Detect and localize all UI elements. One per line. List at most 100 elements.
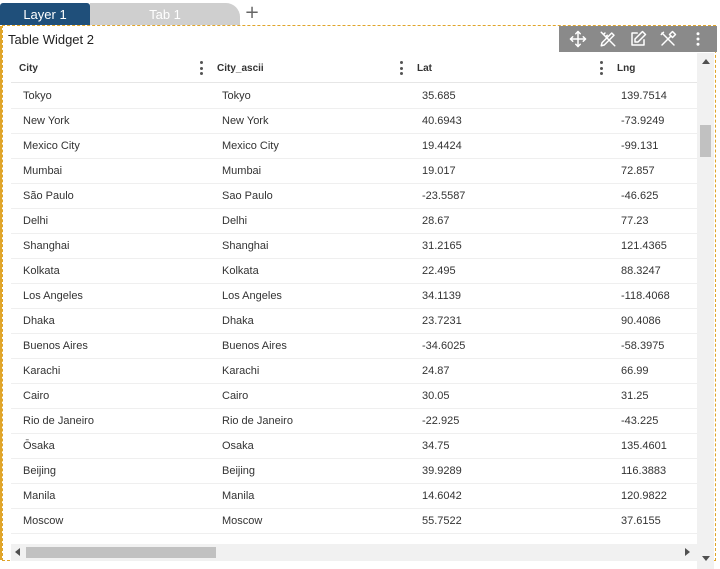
cell-lng: -58.3975	[621, 340, 665, 352]
table-row[interactable]: Beijing Beijing 39.9289 116.3883	[11, 459, 697, 484]
table-row[interactable]: Moscow Moscow 55.7522 37.6155	[11, 509, 697, 534]
cell-city-ascii: Beijing	[222, 465, 256, 477]
scroll-right-icon[interactable]	[685, 548, 690, 556]
table-row[interactable]: Kolkata Kolkata 22.495 88.3247	[11, 259, 697, 284]
tab-1[interactable]: Tab 1	[90, 3, 240, 25]
cell-city: Dhaka	[23, 315, 55, 327]
cell-city: Delhi	[23, 215, 49, 227]
cell-city: Kolkata	[23, 265, 60, 277]
table-row[interactable]: Ōsaka Osaka 34.75 135.4601	[11, 434, 697, 459]
cell-lat: 19.017	[422, 165, 456, 177]
more-vertical-icon[interactable]	[687, 28, 709, 50]
table-row[interactable]: Cairo Cairo 30.05 31.25	[11, 384, 697, 409]
table-row[interactable]: Rio de Janeiro Rio de Janeiro -22.925 -43.2…	[11, 409, 697, 434]
table-row[interactable]: Tokyo Tokyo 35.685 139.7514	[11, 84, 697, 109]
scroll-up-icon[interactable]	[702, 59, 710, 64]
cell-lng: 72.857	[621, 165, 655, 177]
table-row[interactable]: Delhi Delhi 28.67 77.23	[11, 209, 697, 234]
horizontal-scroll-thumb[interactable]	[26, 547, 216, 558]
cell-lat: 23.7231	[422, 315, 462, 327]
cell-city-ascii: New York	[222, 115, 269, 127]
column-menu-icon[interactable]	[195, 61, 207, 75]
column-header-lng[interactable]: Lng	[611, 53, 697, 83]
cell-lng: 77.23	[621, 215, 649, 227]
horizontal-scrollbar[interactable]	[11, 544, 697, 561]
table-row[interactable]: São Paulo Sao Paulo -23.5587 -46.625	[11, 184, 697, 209]
scroll-down-icon[interactable]	[702, 556, 710, 561]
cell-city-ascii: Tokyo	[222, 90, 251, 102]
cell-lng: 116.3883	[621, 465, 667, 477]
cell-lng: 90.4086	[621, 315, 661, 327]
cell-city: Beijing	[23, 465, 57, 477]
cell-city-ascii: Sao Paulo	[222, 190, 273, 202]
cell-lng: 66.99	[621, 365, 649, 377]
widget-toolbar	[559, 26, 717, 52]
cell-lat: 34.1139	[422, 290, 461, 302]
table-row[interactable]: Buenos Aires Buenos Aires -34.6025 -58.3975	[11, 334, 697, 359]
cell-city: Karachi	[23, 365, 61, 377]
cell-lng: -43.225	[621, 415, 659, 427]
cell-lng: 120.9822	[621, 490, 667, 502]
cell-city: Ōsaka	[23, 440, 55, 452]
cell-lat: 35.685	[422, 90, 456, 102]
pencil-ruler-icon[interactable]	[597, 28, 619, 50]
tools-icon[interactable]	[657, 28, 679, 50]
cell-city: New York	[23, 115, 70, 127]
tab-layer-1[interactable]: Layer 1	[0, 3, 90, 25]
table-row[interactable]: Karachi Karachi 24.87 66.99	[11, 359, 697, 384]
table-row[interactable]: Los Angeles Los Angeles 34.1139 -118.4068	[11, 284, 697, 309]
cell-city: Cairo	[23, 390, 50, 402]
tab-bar: Layer 1 Tab 1 +	[0, 0, 720, 26]
cell-lng: 37.6155	[621, 515, 661, 527]
cell-lng: -46.625	[621, 190, 659, 202]
cell-lat: 19.4424	[422, 140, 462, 152]
cell-lng: 31.25	[621, 390, 649, 402]
cell-city: Tokyo	[23, 90, 52, 102]
column-header-lat[interactable]: Lat	[411, 53, 611, 83]
cell-lng: 88.3247	[621, 265, 661, 277]
cell-city-ascii: Delhi	[222, 215, 248, 227]
cell-city-ascii: Osaka	[222, 440, 254, 452]
cell-lat: 14.6042	[422, 490, 462, 502]
cell-lat: 39.9289	[422, 465, 462, 477]
vertical-scrollbar[interactable]	[697, 53, 714, 569]
cell-lat: -23.5587	[422, 190, 466, 202]
cell-city-ascii: Dhaka	[222, 315, 254, 327]
cell-lng: -73.9249	[621, 115, 665, 127]
column-header-city[interactable]: City	[11, 53, 211, 83]
column-header-city-ascii[interactable]: City_ascii	[211, 53, 411, 83]
cell-lat: 40.6943	[422, 115, 462, 127]
scroll-left-icon[interactable]	[15, 548, 20, 556]
cell-city-ascii: Mexico City	[222, 140, 279, 152]
table-row[interactable]: Shanghai Shanghai 31.2165 121.4365	[11, 234, 697, 259]
cell-lng: 135.4601	[621, 440, 667, 452]
cell-lng: 121.4365	[621, 240, 667, 252]
table-row[interactable]: Mumbai Mumbai 19.017 72.857	[11, 159, 697, 184]
edit-icon[interactable]	[627, 28, 649, 50]
cell-city: Manila	[23, 490, 56, 502]
cell-lat: 22.495	[422, 265, 456, 277]
cell-city: Moscow	[23, 515, 64, 527]
cell-city-ascii: Cairo	[222, 390, 249, 402]
table-row[interactable]: Manila Manila 14.6042 120.9822	[11, 484, 697, 509]
cell-city: Los Angeles	[23, 290, 83, 302]
widget-title: Table Widget 2	[8, 32, 94, 47]
table-row[interactable]: Mexico City Mexico City 19.4424 -99.131	[11, 134, 697, 159]
cell-lat: 30.05	[422, 390, 450, 402]
cell-lat: 34.75	[422, 440, 450, 452]
cell-lat: -22.925	[422, 415, 460, 427]
cell-city-ascii: Mumbai	[222, 165, 262, 177]
table-widget[interactable]: Table Widget 2 City City_ascii Lat Lng T…	[2, 25, 717, 569]
cell-city: Rio de Janeiro	[23, 415, 94, 427]
cell-lng: 139.7514	[621, 90, 667, 102]
table-row[interactable]: New York New York 40.6943 -73.9249	[11, 109, 697, 134]
column-menu-icon[interactable]	[395, 61, 407, 75]
column-menu-icon[interactable]	[595, 61, 607, 75]
cell-city-ascii: Buenos Aires	[222, 340, 287, 352]
vertical-scroll-thumb[interactable]	[700, 125, 711, 157]
table-row[interactable]: Dhaka Dhaka 23.7231 90.4086	[11, 309, 697, 334]
move-icon[interactable]	[567, 28, 589, 50]
column-header-label: Lng	[617, 62, 636, 74]
add-tab-button[interactable]: +	[243, 2, 261, 24]
cell-city-ascii: Karachi	[222, 365, 260, 377]
